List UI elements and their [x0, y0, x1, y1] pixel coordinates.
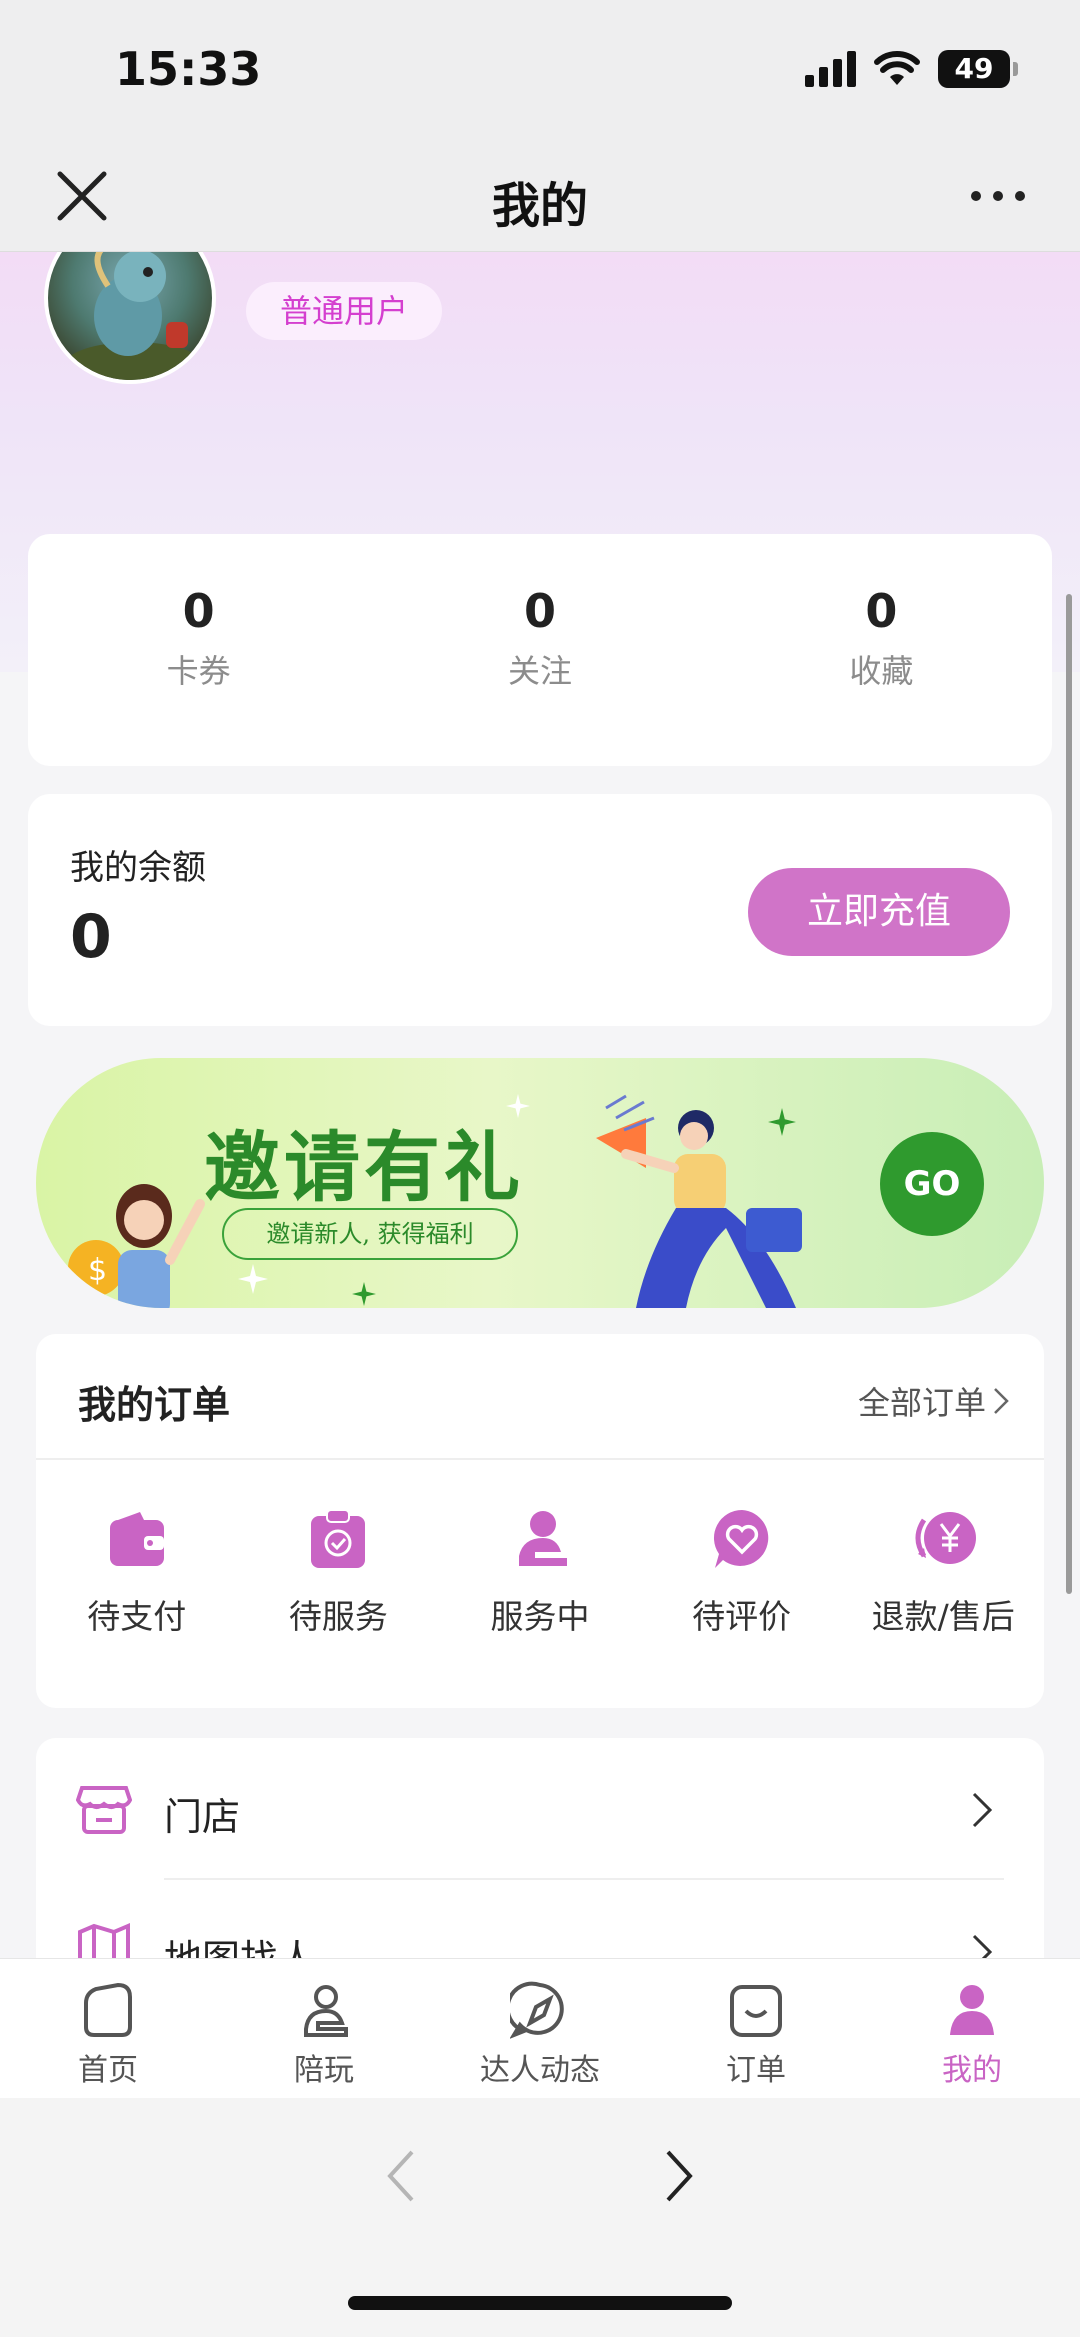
go-button[interactable]: GO	[880, 1132, 984, 1236]
person-icon	[518, 1511, 567, 1566]
tab-companion[interactable]: 陪玩	[216, 1959, 432, 2098]
order-in-service[interactable]: 服务中	[439, 1506, 641, 1638]
menu-item-label: 地图找人	[164, 1928, 316, 1958]
tab-label: 达人动态	[480, 2053, 600, 2088]
menu-card: 门店 地图找人	[36, 1738, 1044, 1958]
wallet-icon	[109, 1512, 164, 1566]
girl-illustration-icon: $	[68, 1184, 205, 1308]
order-item-label: 服务中	[490, 1597, 590, 1636]
order-item-label: 退款/售后	[871, 1597, 1015, 1636]
map-icon	[78, 1922, 130, 1958]
scrollbar[interactable]	[1066, 594, 1072, 1594]
tab-label: 首页	[78, 2053, 138, 2088]
home-indicator[interactable]	[348, 2296, 732, 2310]
stat-label: 关注	[507, 652, 572, 690]
status-time: 15:33	[115, 42, 262, 96]
forward-arrow-icon[interactable]	[660, 2146, 700, 2206]
nav-bar: 我的	[0, 140, 1080, 252]
more-icon[interactable]	[966, 176, 1030, 216]
invite-banner[interactable]: $ 邀请有礼 邀请新人, 获得福利 GO	[36, 1058, 1044, 1308]
wifi-icon	[874, 51, 920, 85]
all-orders-label: 全部订单	[857, 1384, 986, 1422]
tab-profile[interactable]: 我的	[864, 1959, 1080, 2098]
status-bar: 15:33 49	[0, 0, 1080, 140]
stat-favorites[interactable]: 0 收藏	[711, 534, 1052, 766]
tab-home[interactable]: 首页	[0, 1959, 216, 2098]
refund-yen-icon	[915, 1512, 977, 1564]
stat-following[interactable]: 0 关注	[369, 534, 710, 766]
cellular-signal-icon	[805, 51, 856, 87]
companion-icon	[304, 1985, 348, 2037]
battery-icon: 49	[938, 50, 1018, 88]
stat-label: 卡券	[166, 652, 231, 690]
order-pending-review[interactable]: 待评价	[641, 1506, 843, 1638]
tab-bar: 首页 陪玩 达人动态 订单 我的	[0, 1958, 1080, 2098]
heart-chat-icon	[713, 1510, 768, 1568]
menu-item-map[interactable]: 地图找人	[36, 1880, 1044, 1958]
orders-card: 我的订单 全部订单 待支付 待服务 服务中 待评价 退款/售后	[36, 1334, 1044, 1708]
order-status-row: 待支付 待服务 服务中 待评价 退款/售后	[36, 1506, 1044, 1638]
page-title: 我的	[491, 178, 588, 234]
all-orders-link[interactable]: 全部订单	[858, 1378, 1010, 1424]
stat-value: 0	[523, 584, 556, 638]
banner-title: 邀请有礼	[204, 1123, 524, 1212]
stats-card: 0 卡券 0 关注 0 收藏	[28, 534, 1052, 766]
status-icons: 49	[805, 50, 1018, 88]
divider	[36, 1458, 1044, 1460]
tab-label: 我的	[942, 2053, 1002, 2088]
stat-value: 0	[865, 584, 898, 638]
balance-card: 我的余额 0 立即充值	[28, 794, 1052, 1026]
sparkle-icon	[352, 1282, 376, 1306]
tab-talent-feed[interactable]: 达人动态	[432, 1959, 648, 2098]
profile-icon	[950, 1985, 994, 2035]
order-icon	[730, 1985, 782, 2037]
page-content[interactable]: 普通用户 0 卡券 0 关注 0 收藏 我的余额 0 立即充值 $ 邀请有礼 邀…	[0, 252, 1080, 1958]
order-item-label: 待服务	[288, 1597, 388, 1636]
menu-item-store[interactable]: 门店	[36, 1738, 1044, 1880]
recharge-button[interactable]: 立即充值	[748, 868, 1010, 956]
tab-label: 订单	[726, 2053, 786, 2088]
store-icon	[76, 1786, 132, 1834]
balance-label: 我的余额	[70, 848, 206, 888]
balance-value: 0	[70, 902, 112, 972]
menu-item-label: 门店	[164, 1795, 241, 1839]
stat-coupons[interactable]: 0 卡券	[28, 534, 369, 766]
banner-subtitle: 邀请新人, 获得福利	[222, 1208, 518, 1260]
orders-title: 我的订单	[78, 1383, 231, 1427]
user-level-badge: 普通用户	[246, 282, 443, 340]
clipboard-check-icon	[311, 1509, 366, 1568]
back-arrow-icon[interactable]	[380, 2146, 420, 2206]
chevron-right-icon	[972, 1792, 993, 1828]
order-item-label: 待支付	[87, 1597, 187, 1636]
chevron-right-icon	[972, 1934, 993, 1958]
order-refund[interactable]: 退款/售后	[842, 1506, 1044, 1638]
chevron-right-icon	[994, 1388, 1009, 1414]
tab-orders[interactable]: 订单	[648, 1959, 864, 2098]
sparkle-icon	[238, 1264, 268, 1294]
home-icon	[84, 1982, 132, 2037]
order-pending-service[interactable]: 待服务	[238, 1506, 440, 1638]
svg-text:$: $	[88, 1253, 107, 1288]
stat-label: 收藏	[849, 652, 914, 690]
user-name-clipped	[246, 252, 566, 258]
tab-label: 陪玩	[294, 2053, 354, 2088]
order-item-label: 待评价	[692, 1597, 792, 1636]
order-pending-payment[interactable]: 待支付	[36, 1506, 238, 1638]
compass-icon	[510, 1981, 564, 2039]
stat-value: 0	[182, 584, 215, 638]
megaphone-man-illustration-icon	[596, 1094, 802, 1308]
